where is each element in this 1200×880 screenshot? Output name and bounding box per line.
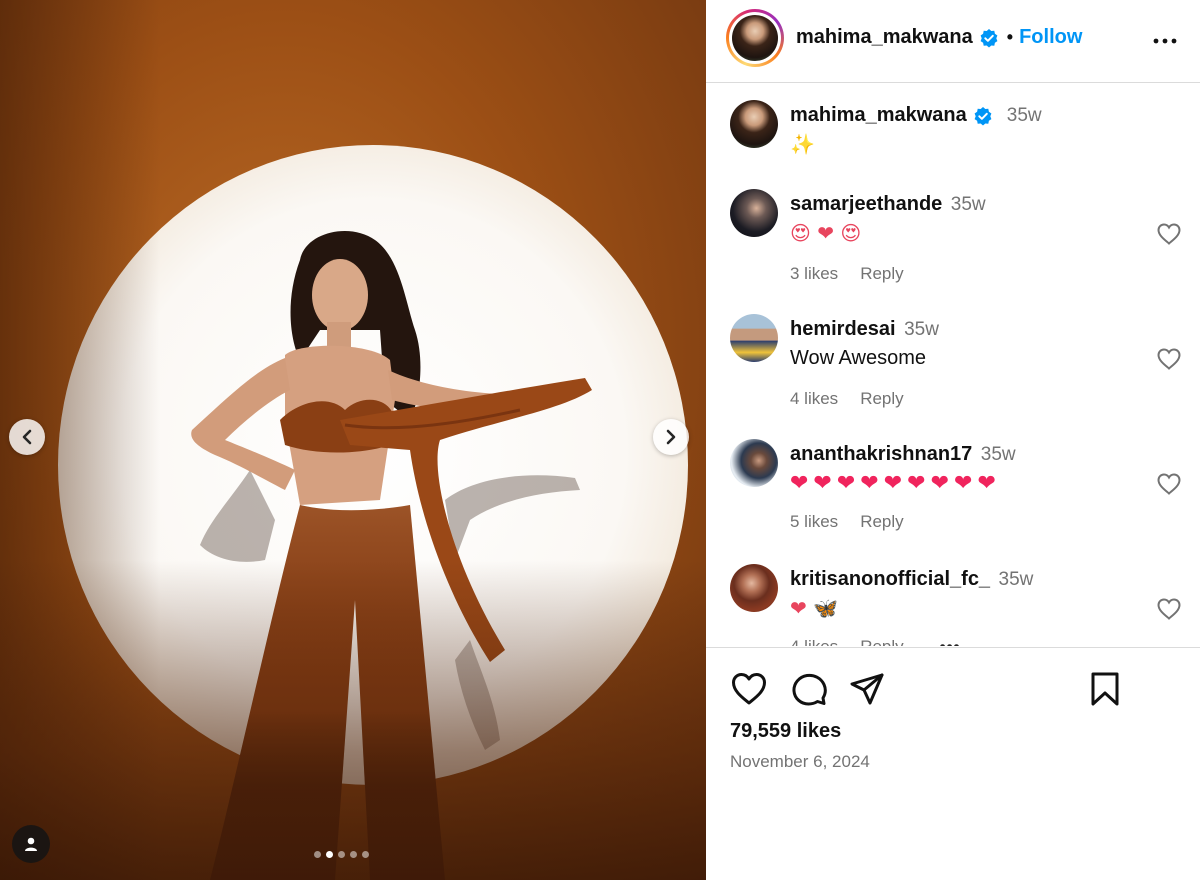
comment-likes[interactable]: 4 likes <box>790 637 838 646</box>
comment-username[interactable]: samarjeethande <box>790 193 942 215</box>
comment-time[interactable]: 35w <box>904 319 939 340</box>
comment-time[interactable]: 35w <box>981 444 1016 465</box>
author-story-ring[interactable] <box>726 9 784 67</box>
comment-avatar[interactable] <box>730 439 778 487</box>
post-media[interactable] <box>0 0 706 880</box>
verified-badge-icon <box>980 28 998 47</box>
more-options-button[interactable] <box>1152 28 1178 59</box>
caption: mahima_makwana 35w ✨ <box>730 100 1180 160</box>
comment-likes[interactable]: 5 likes <box>790 512 838 532</box>
carousel-dot <box>314 851 321 858</box>
heart-icon[interactable] <box>1156 222 1182 246</box>
comment-avatar[interactable] <box>730 189 778 237</box>
share-button[interactable] <box>848 670 886 708</box>
comment-item: kritisanonofficial_fc_ 35w ❤ 🦋 4 likes R… <box>730 564 1182 646</box>
heart-icon[interactable] <box>1156 472 1182 496</box>
comment-time[interactable]: 35w <box>999 569 1034 590</box>
caption-text: ✨ <box>790 132 815 156</box>
comment-username[interactable]: hemirdesai <box>790 318 896 340</box>
comment-likes[interactable]: 4 likes <box>790 389 838 409</box>
comment-item: ananthakrishnan17 35w ❤❤❤❤❤❤❤❤❤ 5 likes … <box>730 439 1182 539</box>
comment-time[interactable]: 35w <box>951 194 986 215</box>
caption-username[interactable]: mahima_makwana <box>790 104 967 127</box>
carousel-dot-active <box>326 851 333 858</box>
comment-item: hemirdesai 35w Wow Awesome 4 likes Reply <box>730 314 1182 414</box>
reply-button[interactable]: Reply <box>860 512 903 532</box>
caption-avatar[interactable] <box>730 100 778 148</box>
like-button[interactable] <box>730 670 768 708</box>
comment-username[interactable]: ananthakrishnan17 <box>790 443 972 465</box>
floor-shadow <box>0 560 706 880</box>
carousel-dot <box>338 851 345 858</box>
save-button[interactable] <box>1086 670 1124 708</box>
comment-icon <box>792 673 827 706</box>
post-header: mahima_makwana • Follow <box>706 0 1200 83</box>
heart-icon[interactable] <box>1156 347 1182 371</box>
heart-icon <box>732 673 766 705</box>
comment-text: ❤❤❤❤❤❤❤❤❤ <box>790 470 1001 495</box>
carousel-dot <box>362 851 369 858</box>
heart-icon[interactable] <box>1156 597 1182 621</box>
bookmark-icon <box>1091 672 1119 706</box>
comment-more-button[interactable]: ••• <box>940 637 961 646</box>
comment-text: ❤ 🦋 <box>790 596 839 620</box>
post-actions: 79,559 likes November 6, 2024 <box>706 647 1200 880</box>
verified-badge-icon <box>974 106 992 125</box>
reply-button[interactable]: Reply <box>860 264 903 284</box>
header-separator: • <box>1006 27 1014 47</box>
comment-avatar[interactable] <box>730 314 778 362</box>
chevron-right-icon <box>666 429 676 445</box>
post-date[interactable]: November 6, 2024 <box>730 752 870 772</box>
comment-text: 😍 ❤ 😍 <box>790 221 862 245</box>
caption-time[interactable]: 35w <box>1007 105 1042 127</box>
previous-image-button[interactable] <box>9 419 45 455</box>
reply-button[interactable]: Reply <box>860 389 903 409</box>
post-side-panel: mahima_makwana • Follow mahima_makwana 3… <box>706 0 1200 880</box>
author-username[interactable]: mahima_makwana <box>796 26 973 49</box>
comment-text: Wow Awesome <box>790 347 926 369</box>
comments-list[interactable]: mahima_makwana 35w ✨ samarjeethande 35w … <box>706 84 1200 646</box>
carousel-dot <box>350 851 357 858</box>
comment-item: samarjeethande 35w 😍 ❤ 😍 3 likes Reply <box>730 189 1182 289</box>
comment-button[interactable] <box>790 670 828 708</box>
follow-button[interactable]: Follow <box>1019 26 1082 49</box>
person-icon <box>25 837 37 851</box>
chevron-left-icon <box>22 429 32 445</box>
more-horizontal-icon <box>1153 38 1177 44</box>
comment-avatar[interactable] <box>730 564 778 612</box>
author-avatar[interactable] <box>732 15 778 61</box>
likes-count[interactable]: 79,559 likes <box>730 720 841 743</box>
tagged-users-button[interactable] <box>12 825 50 863</box>
carousel-indicator <box>314 851 369 858</box>
reply-button[interactable]: Reply <box>860 637 903 646</box>
next-image-button[interactable] <box>653 419 689 455</box>
comment-username[interactable]: kritisanonofficial_fc_ <box>790 568 990 590</box>
comment-likes[interactable]: 3 likes <box>790 264 838 284</box>
